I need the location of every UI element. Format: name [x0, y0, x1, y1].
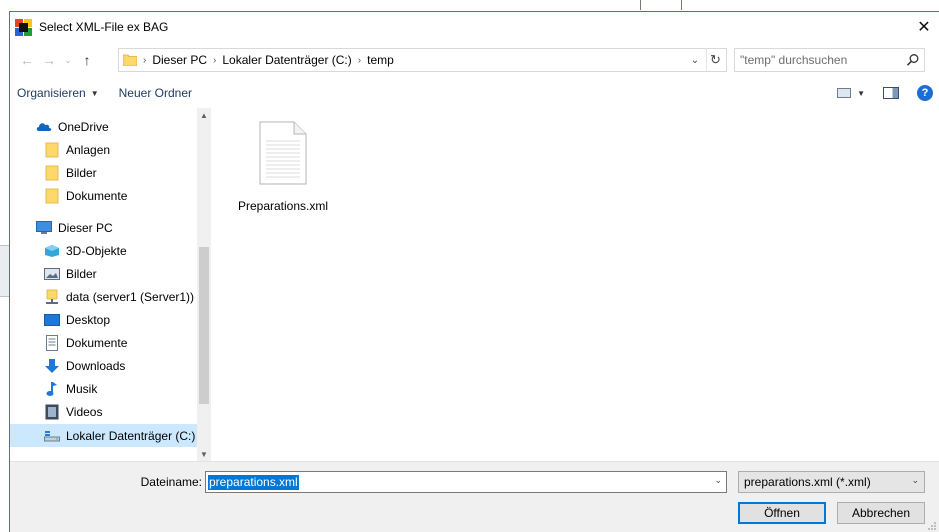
sidebar-item-label: Bilder — [66, 165, 97, 180]
navigation-bar: ← → ⌄ ↑ › Dieser PC › Lokaler Datenträge… — [10, 48, 939, 72]
breadcrumb-separator: › — [143, 54, 147, 66]
pc-icon — [36, 220, 52, 236]
search-icon[interactable] — [906, 53, 920, 67]
breadcrumb-dieser-pc[interactable]: Dieser PC — [152, 53, 207, 67]
folder-icon — [44, 188, 60, 204]
recent-locations-button[interactable]: ⌄ — [62, 48, 74, 72]
help-icon[interactable]: ? — [917, 85, 933, 101]
sidebar-item-downloads[interactable]: Downloads — [10, 354, 197, 377]
chevron-down-icon[interactable]: ⌄ — [688, 49, 702, 71]
sidebar-item-anlagen[interactable]: Anlagen — [10, 138, 197, 161]
search-input[interactable] — [740, 50, 900, 70]
documents-icon — [44, 334, 60, 351]
new-folder-button[interactable]: Neuer Ordner — [119, 82, 192, 104]
sidebar-item-label: Anlagen — [66, 142, 111, 157]
file-name: Preparations.xml — [237, 199, 329, 213]
scroll-up-button[interactable]: ▲ — [197, 108, 211, 122]
organize-label: Organisieren — [17, 86, 86, 100]
breadcrumb-separator[interactable]: › — [213, 55, 216, 66]
sidebar-item-onedrive[interactable]: OneDrive — [10, 115, 197, 138]
sidebar-item-label: Bilder — [66, 266, 97, 281]
sidebar-item-dieser-pc[interactable]: Dieser PC — [10, 216, 197, 239]
sidebar-item-3d-objekte[interactable]: 3D-Objekte — [10, 239, 197, 262]
sidebar-item-desktop[interactable]: Desktop — [10, 308, 197, 331]
breadcrumb-separator[interactable]: › — [358, 55, 361, 66]
caret-down-icon[interactable]: ▼ — [857, 89, 865, 98]
sidebar-item-bilder[interactable]: Bilder — [10, 262, 197, 285]
videos-icon — [44, 404, 60, 420]
chevron-down-icon[interactable]: ⌄ — [911, 475, 919, 486]
sidebar-item-label: Dokumente — [66, 188, 128, 203]
sidebar-item-label: Dieser PC — [58, 220, 113, 235]
filename-value[interactable]: preparations.xml — [208, 474, 299, 490]
navigation-tree: OneDrive Anlagen Bilder Dokumente Dieser… — [10, 108, 197, 461]
up-button[interactable]: ↑ — [78, 48, 96, 72]
folder-icon — [44, 142, 60, 158]
file-open-dialog: Select XML-File ex BAG ✕ ← → ⌄ ↑ › Diese… — [9, 11, 939, 532]
downloads-icon — [44, 358, 60, 374]
sidebar-item-bilder-onedrive[interactable]: Bilder — [10, 161, 197, 184]
file-type-select[interactable]: preparations.xml (*.xml) ⌄ — [738, 471, 925, 493]
sidebar-item-dokumente[interactable]: Dokumente — [10, 331, 197, 354]
view-controls: ▼ ? — [837, 82, 933, 104]
sidebar-item-label: Downloads — [66, 358, 126, 373]
resize-grip-icon[interactable] — [927, 520, 937, 530]
pictures-icon — [44, 266, 60, 282]
sidebar-item-musik[interactable]: Musik — [10, 377, 197, 400]
breadcrumb-temp[interactable]: temp — [367, 53, 394, 67]
network-drive-icon — [44, 289, 60, 305]
refresh-button[interactable]: ↻ — [706, 49, 724, 71]
navigation-scrollbar[interactable]: ▲ ▼ — [197, 108, 211, 461]
app-icon — [15, 18, 32, 36]
title-bar: Select XML-File ex BAG ✕ — [10, 12, 939, 42]
onedrive-icon — [36, 119, 52, 135]
file-item[interactable]: Preparations.xml — [235, 118, 331, 238]
desktop-icon — [44, 312, 60, 328]
scrollbar-thumb[interactable] — [199, 247, 209, 404]
search-box[interactable] — [734, 48, 925, 72]
music-icon — [44, 381, 60, 397]
sidebar-item-label: Videos — [66, 404, 103, 419]
filename-label: Dateiname: — [140, 475, 202, 489]
navigation-pane: OneDrive Anlagen Bilder Dokumente Dieser… — [10, 108, 211, 461]
file-type-value: preparations.xml (*.xml) — [744, 475, 871, 489]
scroll-down-button[interactable]: ▼ — [197, 447, 211, 461]
caret-down-icon: ▼ — [90, 88, 99, 98]
chevron-down-icon[interactable]: ⌄ — [714, 475, 722, 486]
sidebar-item-label: OneDrive — [58, 119, 109, 134]
sidebar-item-label: Dokumente — [66, 335, 128, 350]
sidebar-item-label: data (server1 (Server1)) — [66, 289, 195, 304]
xml-file-icon — [259, 121, 307, 185]
sidebar-item-network-drive[interactable]: data (server1 (Server1)) — [10, 285, 197, 308]
change-view-icon[interactable] — [837, 88, 852, 98]
breadcrumb-local-disk[interactable]: Lokaler Datenträger (C:) — [222, 53, 351, 67]
dialog-title: Select XML-File ex BAG — [39, 20, 169, 34]
forward-button[interactable]: → — [40, 48, 58, 72]
cancel-button[interactable]: Abbrechen — [837, 502, 925, 524]
filename-field[interactable]: preparations.xml ⌄ — [205, 471, 727, 493]
open-button[interactable]: Öffnen — [738, 502, 826, 524]
address-bar[interactable]: › Dieser PC › Lokaler Datenträger (C:) ›… — [118, 48, 727, 72]
sidebar-item-label: Lokaler Datenträger (C:) — [66, 428, 196, 443]
file-list[interactable]: Preparations.xml — [213, 108, 939, 461]
sidebar-item-label: Desktop — [66, 312, 111, 327]
local-disk-icon — [44, 428, 60, 444]
preview-pane-icon[interactable] — [883, 87, 899, 99]
command-toolbar: Organisieren ▼ Neuer Ordner ▼ ? — [10, 79, 939, 107]
sidebar-item-videos[interactable]: Videos — [10, 400, 197, 423]
3d-objects-icon — [44, 243, 60, 259]
sidebar-item-local-disk[interactable]: Lokaler Datenträger (C:) — [10, 424, 197, 447]
background-window-edge — [640, 0, 939, 10]
bottom-panel: Dateiname: preparations.xml ⌄ preparatio… — [10, 461, 939, 532]
close-button[interactable]: ✕ — [909, 12, 939, 42]
folder-icon — [122, 54, 138, 67]
back-button[interactable]: ← — [18, 48, 36, 72]
sidebar-item-dokumente-onedrive[interactable]: Dokumente — [10, 184, 197, 207]
organize-button[interactable]: Organisieren ▼ — [17, 82, 99, 104]
sidebar-item-label: 3D-Objekte — [66, 243, 127, 258]
folder-icon — [44, 165, 60, 181]
sidebar-item-label: Musik — [66, 381, 98, 396]
